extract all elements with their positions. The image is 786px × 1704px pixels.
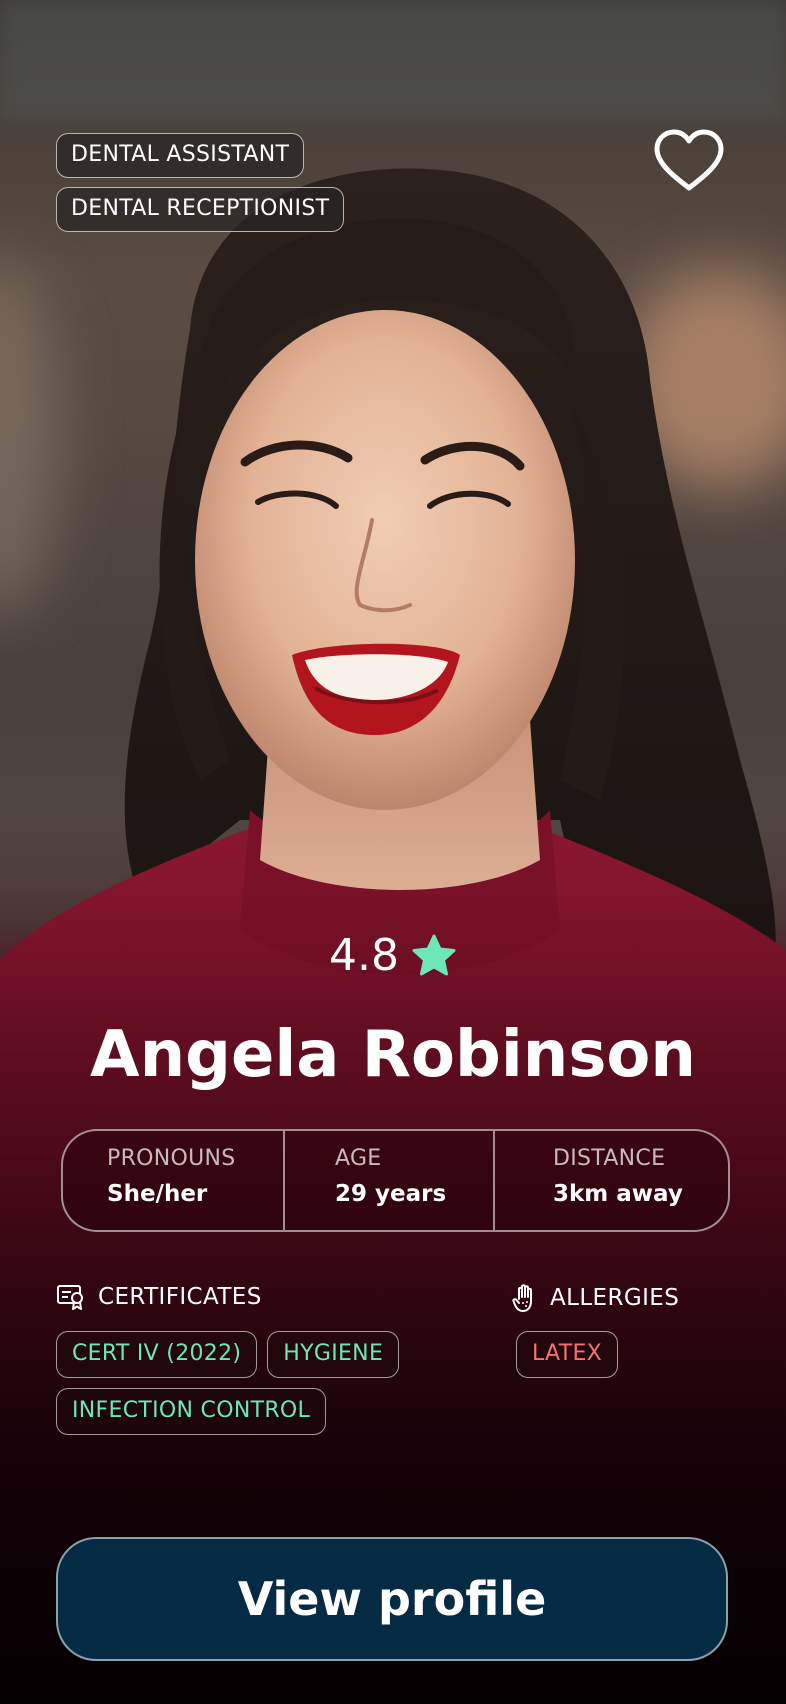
age-cell: AGE 29 years: [283, 1131, 493, 1230]
age-label: AGE: [335, 1146, 382, 1171]
role-tags: DENTAL ASSISTANT DENTAL RECEPTIONIST: [56, 133, 345, 232]
pronouns-label: PRONOUNS: [107, 1146, 236, 1171]
distance-cell: DISTANCE 3km away: [493, 1131, 728, 1230]
allergies-header: ALLERGIES: [512, 1283, 679, 1313]
age-value: 29 years: [335, 1181, 447, 1207]
favorite-button[interactable]: [652, 128, 726, 194]
certificate-chip: HYGIENE: [267, 1331, 400, 1378]
certificate-chip: INFECTION CONTROL: [56, 1388, 327, 1435]
certificates-title: CERTIFICATES: [98, 1284, 262, 1310]
hand-icon: [512, 1284, 532, 1312]
distance-label: DISTANCE: [553, 1146, 666, 1171]
profile-info-box: PRONOUNS She/her AGE 29 years DISTANCE 3…: [61, 1129, 730, 1232]
role-tag: DENTAL ASSISTANT: [56, 133, 305, 178]
role-tag: DENTAL RECEPTIONIST: [56, 187, 345, 232]
view-profile-button[interactable]: View profile: [56, 1537, 728, 1661]
heart-outline-icon: [654, 129, 724, 191]
certificate-icon: [57, 1285, 83, 1310]
certificates-header: CERTIFICATES: [56, 1283, 262, 1311]
profile-name: Angela Robinson: [90, 1018, 696, 1092]
bottom-gradient-overlay: [0, 0, 786, 1704]
distance-value: 3km away: [553, 1181, 683, 1207]
certificate-chip: CERT IV (2022): [56, 1331, 258, 1378]
profile-card: DENTAL ASSISTANT DENTAL RECEPTIONIST 4.8…: [0, 0, 786, 1704]
rating-value: 4.8: [329, 930, 399, 981]
allergy-chip: LATEX: [516, 1331, 619, 1378]
star-icon: [412, 934, 456, 976]
certificates-list: CERT IV (2022) HYGIENE INFECTION CONTROL: [56, 1331, 436, 1435]
allergies-list: LATEX: [516, 1331, 716, 1378]
rating: 4.8: [0, 930, 786, 982]
pronouns-cell: PRONOUNS She/her: [63, 1131, 283, 1230]
allergies-title: ALLERGIES: [550, 1285, 680, 1311]
pronouns-value: She/her: [107, 1181, 208, 1207]
